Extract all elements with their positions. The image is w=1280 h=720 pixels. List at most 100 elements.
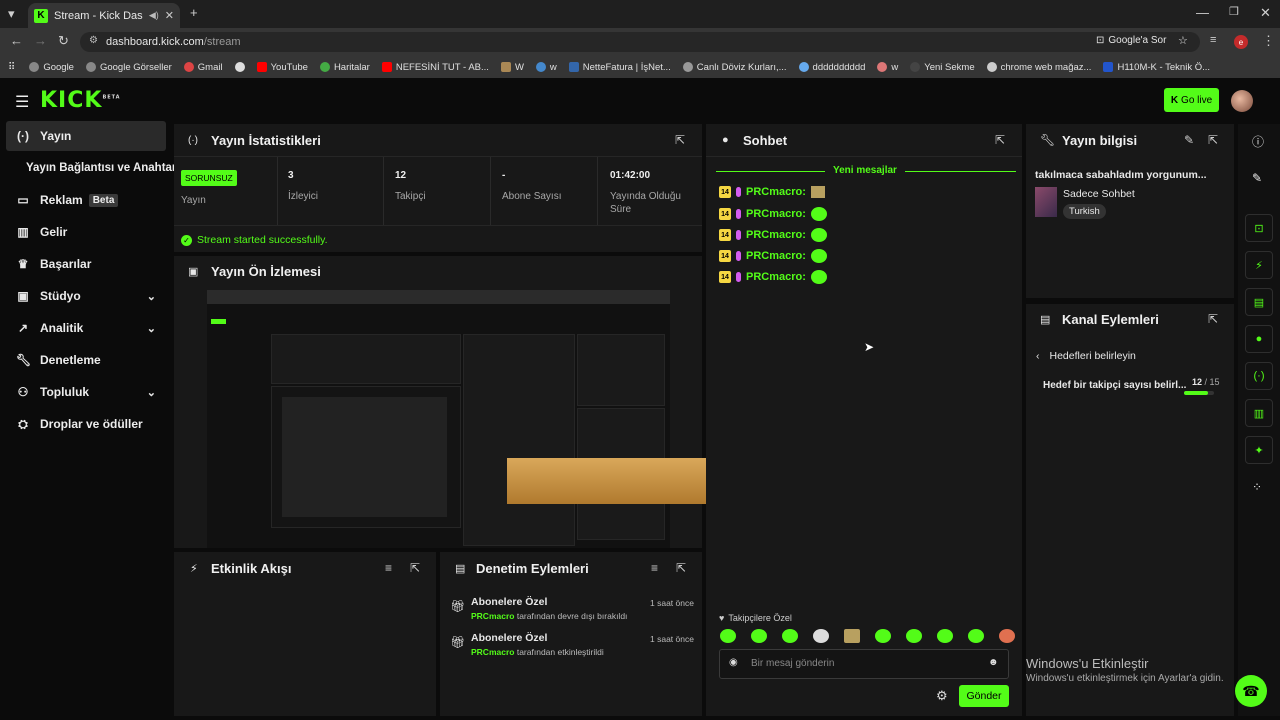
profile-icon[interactable]: e: [1234, 35, 1248, 49]
chat-username[interactable]: PRCmacro:: [746, 208, 806, 220]
mod-item-user[interactable]: PRCmacro: [471, 611, 514, 621]
tab-close-icon[interactable]: ✕: [165, 9, 174, 22]
broadcast-icon[interactable]: (·): [1245, 362, 1273, 390]
chat-input[interactable]: ◉ Bir mesaj gönderin ☻: [719, 649, 1009, 679]
sidebar-item-basarilar[interactable]: ♛ Başarılar: [6, 249, 166, 279]
emote-icon[interactable]: [937, 629, 953, 643]
wrench-icon[interactable]: ✦: [1245, 436, 1273, 464]
chat-identity-icon[interactable]: ◉: [729, 657, 738, 668]
chat-message[interactable]: 14 PRCmacro:: [719, 228, 827, 242]
bookmark-star-icon[interactable]: ☆: [1178, 34, 1188, 47]
document-icon[interactable]: ▤: [1245, 288, 1273, 316]
bookmark-item[interactable]: YouTube: [256, 62, 308, 73]
emote-icon[interactable]: [782, 629, 798, 643]
bookmark-item[interactable]: Google: [29, 62, 74, 73]
sidebar-item-analitik[interactable]: ↗ Analitik ⌄: [6, 313, 166, 343]
layout-icon[interactable]: ⁘: [1252, 480, 1262, 494]
chat-message[interactable]: 14 PRCmacro:: [719, 186, 825, 198]
mod-item-user[interactable]: PRCmacro: [471, 647, 514, 657]
emoji-icon[interactable]: ☻: [988, 657, 999, 668]
help-headset-icon[interactable]: ☎: [1235, 675, 1267, 707]
sidebar-item-droplar[interactable]: ⛭ Droplar ve ödüller: [6, 409, 166, 439]
bookmark-item[interactable]: dddddddddd: [798, 62, 865, 73]
chat-bubble-icon[interactable]: ●: [1245, 325, 1273, 353]
bookmark-item[interactable]: chrome web mağaz...: [986, 62, 1091, 73]
bolt-icon[interactable]: ⚡︎: [1245, 251, 1273, 279]
forward-icon[interactable]: →: [34, 33, 47, 48]
reload-icon[interactable]: ↻: [58, 33, 69, 49]
chat-message[interactable]: 14 PRCmacro:: [719, 207, 827, 221]
bookmark-item[interactable]: Google Görseller: [85, 62, 172, 73]
back-button[interactable]: ‹ Hedefleri belirleyin: [1036, 350, 1136, 362]
site-info-icon[interactable]: ⚙: [89, 35, 98, 46]
expand-icon[interactable]: ⇱: [995, 133, 1005, 147]
edit-pencil-icon[interactable]: ✎: [1252, 171, 1262, 185]
stream-preview-video[interactable]: [207, 290, 709, 548]
emote-icon[interactable]: [720, 629, 736, 643]
bookmark-item[interactable]: Gmail: [183, 62, 223, 73]
menu-kebab-icon[interactable]: ⋮: [1262, 33, 1275, 49]
emote-icon[interactable]: [906, 629, 922, 643]
chat-message[interactable]: 14 PRCmacro:: [719, 249, 827, 263]
close-window-icon[interactable]: ✕: [1260, 5, 1271, 21]
browser-tab[interactable]: K Stream - Kick Dashboard ◀) ✕: [28, 3, 180, 28]
bookmark-item[interactable]: Haritalar: [319, 62, 370, 73]
bookmark-item[interactable]: w: [877, 62, 898, 73]
apps-grid-icon[interactable]: ⠿: [8, 62, 15, 73]
bookmark-item[interactable]: W: [500, 62, 524, 73]
preview-panel: ▣ Yayın Ön İzlemesi: [174, 256, 709, 548]
screenshot-icon[interactable]: ⊡: [1245, 214, 1273, 242]
sidebar-item-reklam[interactable]: ▭ Reklam Beta: [6, 185, 166, 215]
chat-username[interactable]: PRCmacro:: [746, 271, 806, 283]
mini-stats: [271, 334, 461, 384]
expand-icon[interactable]: ⇱: [675, 133, 685, 147]
avatar[interactable]: [1231, 90, 1253, 112]
filter-icon[interactable]: ≡: [651, 561, 658, 575]
emote-icon[interactable]: [751, 629, 767, 643]
back-icon[interactable]: ←: [10, 33, 23, 48]
chat-settings-gear-icon[interactable]: ⚙: [936, 688, 948, 704]
bookmark-item[interactable]: [234, 62, 245, 72]
filter-icon[interactable]: ≡: [385, 561, 392, 575]
google-lens-button[interactable]: ⊡ Google'a Sor: [1096, 35, 1166, 46]
url-bar[interactable]: ⚙ dashboard.kick.com/stream ⊡ Google'a So…: [80, 32, 1200, 52]
sidebar-item-studyo[interactable]: ▣ Stüdyo ⌄: [6, 281, 166, 311]
go-live-button[interactable]: K Go live: [1164, 88, 1219, 112]
restore-icon[interactable]: ❐: [1229, 5, 1239, 18]
expand-icon[interactable]: ⇱: [1208, 133, 1218, 147]
emote-icon[interactable]: [813, 629, 829, 643]
sidebar-item-denetleme[interactable]: 🔧︎ Denetleme: [6, 345, 166, 375]
sidebar-item-yayin[interactable]: (·) Yayın: [6, 121, 166, 151]
bookmark-item[interactable]: H110M-K - Teknik Ö...: [1103, 62, 1210, 73]
expand-icon[interactable]: ⇱: [1208, 312, 1218, 326]
minimize-icon[interactable]: —: [1196, 5, 1209, 20]
tab-audio-icon[interactable]: ◀): [149, 10, 159, 21]
sidebar-item-gelir[interactable]: ▥ Gelir: [6, 217, 166, 247]
edit-pencil-icon[interactable]: ✎: [1184, 133, 1194, 147]
sidebar-item-topluluk[interactable]: ⚇ Topluluk ⌄: [6, 377, 166, 407]
emote-icon[interactable]: [999, 629, 1015, 643]
send-button[interactable]: Gönder: [959, 685, 1009, 707]
chat-username[interactable]: PRCmacro:: [746, 250, 806, 262]
emote-icon[interactable]: [968, 629, 984, 643]
sidebar-item-stream-key[interactable]: Yayın Bağlantısı ve Anahtarı: [6, 153, 180, 183]
bookmark-item[interactable]: Canlı Döviz Kurları,...: [682, 62, 787, 73]
info-icon[interactable]: ⓘ: [1252, 133, 1264, 150]
chat-username[interactable]: PRCmacro:: [746, 229, 806, 241]
tab-list-icon[interactable]: ▾: [8, 6, 15, 22]
channel-actions-icon[interactable]: ▥: [1245, 399, 1273, 427]
expand-icon[interactable]: ⇱: [676, 561, 686, 575]
bookmark-item[interactable]: NEFESİNİ TUT - AB...: [381, 62, 489, 73]
expand-icon[interactable]: ⇱: [410, 561, 420, 575]
bookmark-item[interactable]: Yeni Sekme: [910, 62, 975, 73]
bookmark-item[interactable]: w: [535, 62, 557, 73]
hamburger-menu-icon[interactable]: ☰: [15, 92, 29, 112]
bookmark-item[interactable]: NetteFatura | İşNet...: [568, 62, 671, 73]
kick-logo[interactable]: KICKBETA: [40, 88, 121, 113]
media-icon[interactable]: ≡: [1210, 34, 1216, 46]
emote-icon[interactable]: [844, 629, 860, 643]
chat-username[interactable]: PRCmacro:: [746, 186, 806, 198]
emote-icon[interactable]: [875, 629, 891, 643]
new-tab-icon[interactable]: +: [190, 5, 198, 20]
chat-message[interactable]: 14 PRCmacro:: [719, 270, 827, 284]
